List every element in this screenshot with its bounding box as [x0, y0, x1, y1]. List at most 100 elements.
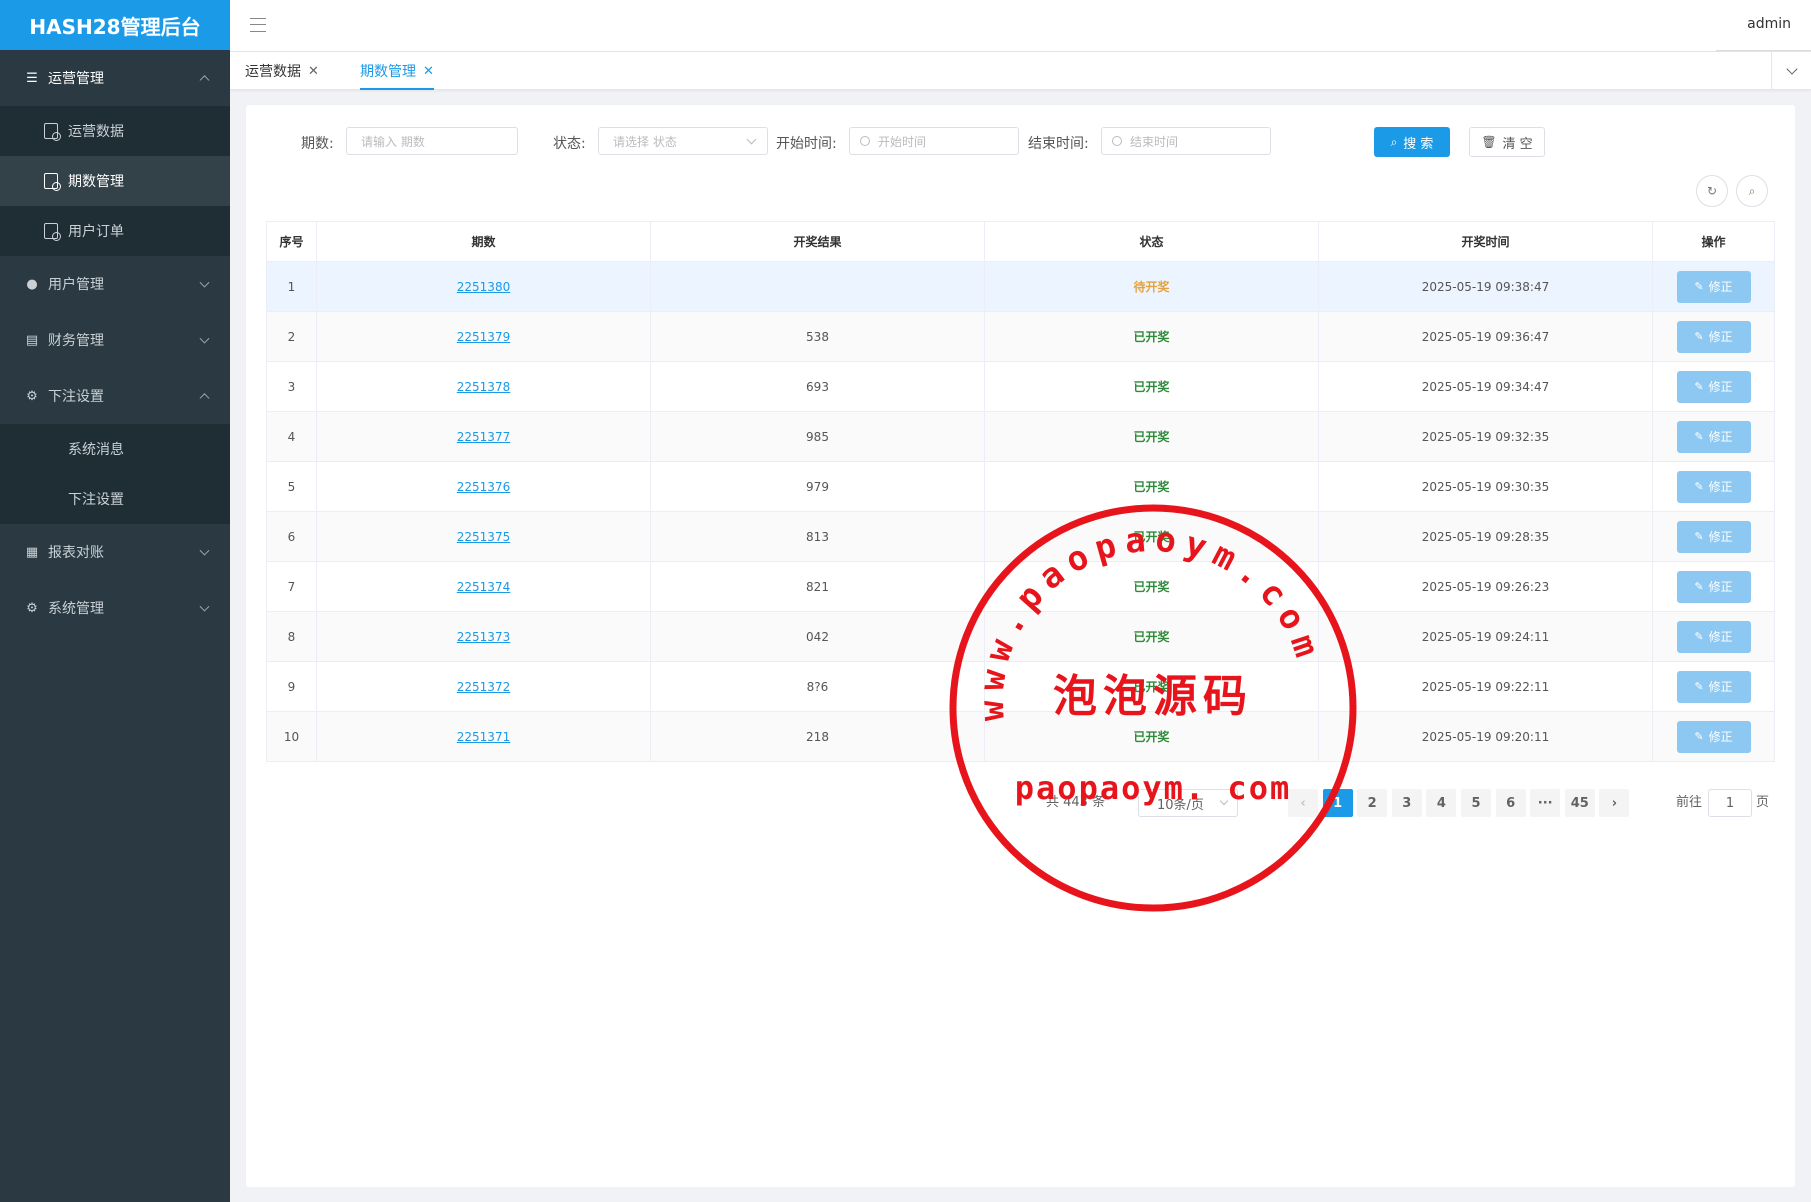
cell-action: ✎ 修正 — [1652, 561, 1775, 612]
page-button[interactable]: 2 — [1357, 789, 1388, 817]
clear-button[interactable]: 🗑 清 空 — [1469, 127, 1545, 157]
period-link[interactable]: 2251375 — [457, 530, 510, 544]
cell-result: 042 — [650, 611, 985, 662]
period-table: 序号 期数 开奖结果 状态 开奖时间 操作 1 2251380 待开奖 2025-05… — [266, 221, 1775, 762]
user-icon: ● — [26, 276, 38, 292]
tab-period-management[interactable]: 期数管理 ✕ — [360, 52, 434, 90]
menu-system[interactable]: ⚙ 系统管理 — [0, 580, 230, 636]
cell-result: 821 — [650, 561, 985, 612]
status-badge: 已开奖 — [1133, 430, 1170, 444]
page-button[interactable]: 1 — [1322, 789, 1353, 817]
close-icon[interactable]: ✕ — [423, 64, 434, 79]
fix-button[interactable]: ✎ 修正 — [1676, 370, 1751, 403]
tab-bar: 运营数据 ✕ 期数管理 ✕ — [230, 52, 1811, 90]
search-icon: ⌕ — [1390, 134, 1398, 149]
cell-no: 7 — [266, 561, 317, 612]
chevron-down-icon — [746, 134, 757, 145]
cell-status: 已开奖 — [984, 511, 1319, 562]
period-link[interactable]: 2251380 — [457, 280, 510, 294]
col-header-result: 开奖结果 — [650, 221, 985, 262]
table-header-row: 序号 期数 开奖结果 状态 开奖时间 操作 — [266, 221, 1775, 262]
fix-button[interactable]: ✎ 修正 — [1676, 320, 1751, 353]
fix-button[interactable]: ✎ 修正 — [1676, 270, 1751, 303]
menu-reports[interactable]: ▦ 报表对账 — [0, 524, 230, 580]
fix-button[interactable]: ✎ 修正 — [1676, 620, 1751, 653]
menu-finance[interactable]: ▤ 财务管理 — [0, 312, 230, 368]
cell-status: 待开奖 — [984, 261, 1319, 312]
period-input[interactable]: 请输入 期数 — [346, 127, 518, 155]
menu-operations[interactable]: ☰ 运营管理 — [0, 50, 230, 106]
hamburger-icon[interactable] — [250, 18, 266, 32]
fix-button[interactable]: ✎ 修正 — [1676, 720, 1751, 753]
table-body: 1 2251380 待开奖 2025-05-19 09:38:47 ✎ 修正 2 225137… — [266, 261, 1775, 762]
end-time-input[interactable]: 结束时间 — [1101, 127, 1271, 155]
page-button[interactable]: 5 — [1461, 789, 1491, 817]
menu-user-management[interactable]: ● 用户管理 — [0, 256, 230, 312]
status-select-placeholder: 请选择 状态 — [613, 134, 677, 149]
refresh-icon: ↻ — [1706, 184, 1718, 198]
sidebar-item-label: 下注设置 — [68, 492, 124, 508]
sidebar-item-label: 运营数据 — [68, 124, 124, 140]
fix-button-label: 修正 — [1708, 280, 1733, 294]
menu-bet-settings[interactable]: ⚙ 下注设置 — [0, 368, 230, 424]
tab-operation-data[interactable]: 运营数据 ✕ — [245, 52, 319, 90]
status-badge: 已开奖 — [1133, 680, 1170, 694]
edit-icon: ✎ — [1694, 430, 1704, 443]
page-button[interactable]: 45 — [1564, 789, 1595, 817]
page-size-select[interactable]: 10条/页 — [1138, 789, 1238, 817]
start-time-placeholder: 开始时间 — [878, 134, 927, 149]
page-button[interactable]: 3 — [1391, 789, 1422, 817]
period-link[interactable]: 2251377 — [457, 430, 510, 444]
goto-page-input[interactable]: 1 — [1708, 789, 1752, 817]
page-ellipsis[interactable]: ··· — [1530, 789, 1561, 817]
page-button[interactable]: 6 — [1495, 789, 1526, 817]
status-badge: 已开奖 — [1133, 630, 1170, 644]
document-icon — [44, 223, 61, 241]
period-link[interactable]: 2251378 — [457, 380, 510, 394]
col-header-time: 开奖时间 — [1318, 221, 1653, 262]
refresh-button[interactable]: ↻ — [1696, 175, 1728, 207]
menu-user-management-label: 用户管理 — [48, 277, 104, 293]
period-link[interactable]: 2251374 — [457, 580, 510, 594]
sidebar-item-user-orders[interactable]: 用户订单 — [0, 206, 230, 256]
fix-button[interactable]: ✎ 修正 — [1676, 420, 1751, 453]
period-link[interactable]: 2251379 — [457, 330, 510, 344]
chevron-right-icon: › — [1611, 795, 1618, 811]
period-link[interactable]: 2251376 — [457, 480, 510, 494]
tabs-dropdown-button[interactable] — [1771, 52, 1811, 90]
fix-button-label: 修正 — [1708, 380, 1733, 394]
table-row: 1 2251380 待开奖 2025-05-19 09:38:47 ✎ 修正 — [266, 261, 1775, 312]
cell-time: 2025-05-19 09:22:11 — [1318, 661, 1653, 712]
document-icon — [44, 173, 61, 191]
fix-button[interactable]: ✎ 修正 — [1676, 570, 1751, 603]
sidebar-item-bet-settings[interactable]: 下注设置 — [0, 474, 230, 524]
sidebar-item-system-messages[interactable]: 系统消息 — [0, 424, 230, 474]
col-header-action: 操作 — [1652, 221, 1775, 262]
fix-button[interactable]: ✎ 修正 — [1676, 670, 1751, 703]
fix-button[interactable]: ✎ 修正 — [1676, 520, 1751, 553]
cell-action: ✎ 修正 — [1652, 711, 1775, 762]
user-name[interactable]: admin — [1747, 16, 1791, 32]
submenu-operations: 运营数据 期数管理 用户订单 — [0, 106, 230, 256]
sidebar-item-period-management[interactable]: 期数管理 — [0, 156, 230, 206]
search-button[interactable]: ⌕ 搜 索 — [1374, 127, 1450, 157]
fix-button[interactable]: ✎ 修正 — [1676, 470, 1751, 503]
period-link[interactable]: 2251373 — [457, 630, 510, 644]
search-toggle-button[interactable]: ⌕ — [1736, 175, 1768, 207]
edit-icon: ✎ — [1694, 630, 1704, 643]
status-select[interactable]: 请选择 状态 — [598, 127, 768, 155]
start-time-label: 开始时间: — [776, 136, 837, 152]
cell-no: 5 — [266, 461, 317, 512]
cell-time: 2025-05-19 09:32:35 — [1318, 411, 1653, 462]
status-badge: 已开奖 — [1133, 530, 1170, 544]
period-link[interactable]: 2251372 — [457, 680, 510, 694]
close-icon[interactable]: ✕ — [308, 64, 319, 79]
next-page-button[interactable]: › — [1599, 789, 1630, 817]
sidebar-item-operation-data[interactable]: 运营数据 — [0, 106, 230, 156]
cell-status: 已开奖 — [984, 311, 1319, 362]
cell-result: 979 — [650, 461, 985, 512]
period-link[interactable]: 2251371 — [457, 730, 510, 744]
start-time-input[interactable]: 开始时间 — [849, 127, 1019, 155]
page-button[interactable]: 4 — [1426, 789, 1457, 817]
prev-page-button[interactable]: ‹ — [1288, 789, 1318, 817]
